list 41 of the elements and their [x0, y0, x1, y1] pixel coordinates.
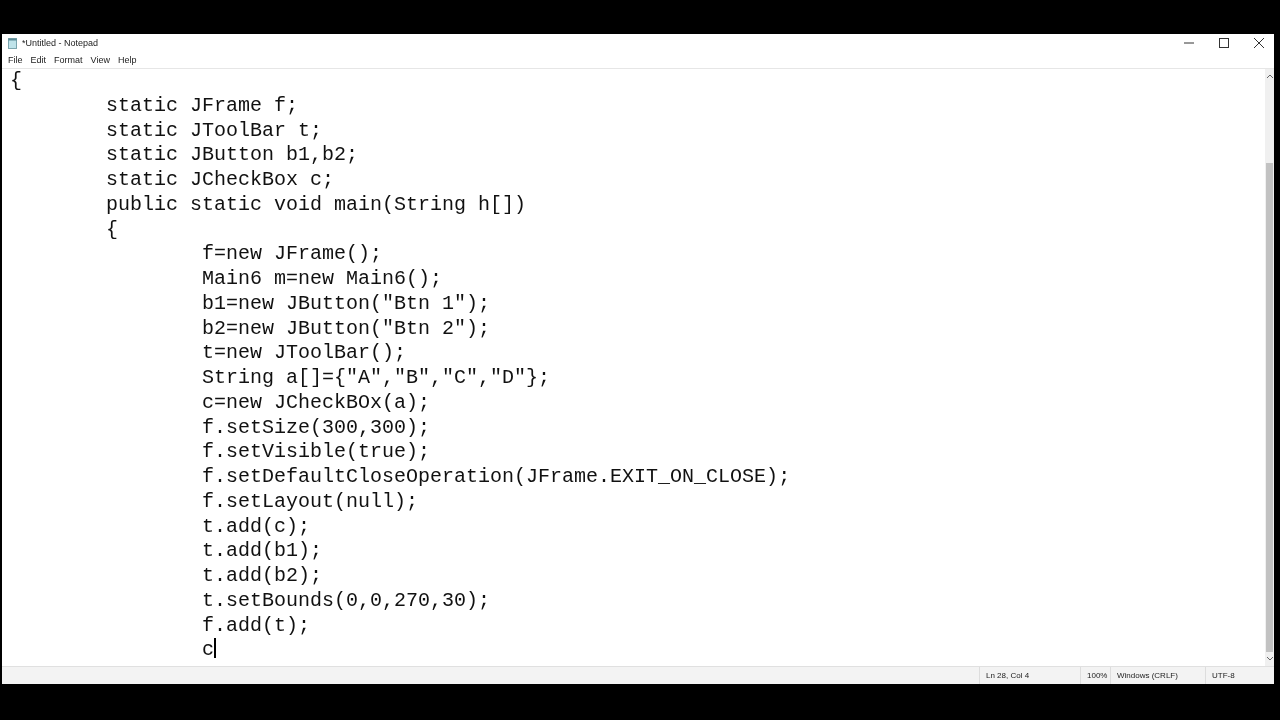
- text-cursor: [214, 638, 216, 659]
- code-line: f.add(t);: [201, 613, 311, 637]
- scroll-down-icon[interactable]: [1265, 655, 1274, 663]
- code-line: public static void main(String h[]): [105, 192, 527, 216]
- scrollbar[interactable]: [1265, 69, 1274, 666]
- code-line: t.setBounds(0,0,270,30);: [201, 588, 491, 612]
- code-line: {: [105, 217, 119, 241]
- menu-item[interactable]: Edit: [26, 55, 51, 65]
- code-line: f.setDefaultCloseOperation(JFrame.EXIT_ON_CLOSE);: [201, 465, 791, 488]
- code-line: Main6 m=new Main6();: [201, 267, 443, 290]
- status-text: Windows (CRLF): [1110, 667, 1205, 684]
- close-icon: [1254, 38, 1264, 48]
- status-text: 100%: [1080, 667, 1110, 684]
- code-line: f.setLayout(null);: [201, 489, 419, 513]
- code-line: static JFrame f;: [105, 93, 299, 117]
- status-text: Ln 28, Col 4: [979, 667, 1080, 684]
- code-line: static JCheckBox c;: [105, 168, 335, 191]
- menu-item[interactable]: Format: [50, 55, 87, 65]
- code-line: b1=new JButton("Btn 1");: [201, 291, 491, 315]
- code-line: static JButton b1,b2;: [105, 143, 359, 167]
- code-line: c: [201, 638, 215, 662]
- menu-item[interactable]: File: [4, 55, 27, 65]
- notepad-icon: [8, 37, 17, 49]
- code-line: {: [10, 69, 22, 92]
- code-line: t.add(b1);: [201, 539, 323, 563]
- maximize-icon: [1219, 38, 1229, 48]
- code-line: t.add(b2);: [201, 564, 323, 587]
- code-line: static JToolBar t;: [105, 118, 323, 142]
- code-line: f.setSize(300,300);: [201, 415, 431, 439]
- status-text: UTF-8: [1205, 667, 1274, 684]
- menu-item[interactable]: Help: [113, 55, 141, 65]
- code-line: String a[]={"A","B","C","D"};: [201, 366, 551, 389]
- code-line: t=new JToolBar();: [201, 341, 407, 365]
- code-line: t.add(c);: [201, 514, 311, 538]
- code-line: f=new JFrame();: [201, 242, 383, 266]
- code-line: b2=new JButton("Btn 2");: [201, 316, 491, 340]
- scroll-up-icon[interactable]: [1265, 72, 1274, 80]
- menu-item[interactable]: View: [86, 55, 114, 65]
- code-line: f.setVisible(true);: [201, 440, 431, 464]
- window-title: *Untitled - Notepad: [22, 38, 99, 48]
- code-line: c=new JCheckBOx(a);: [201, 390, 431, 414]
